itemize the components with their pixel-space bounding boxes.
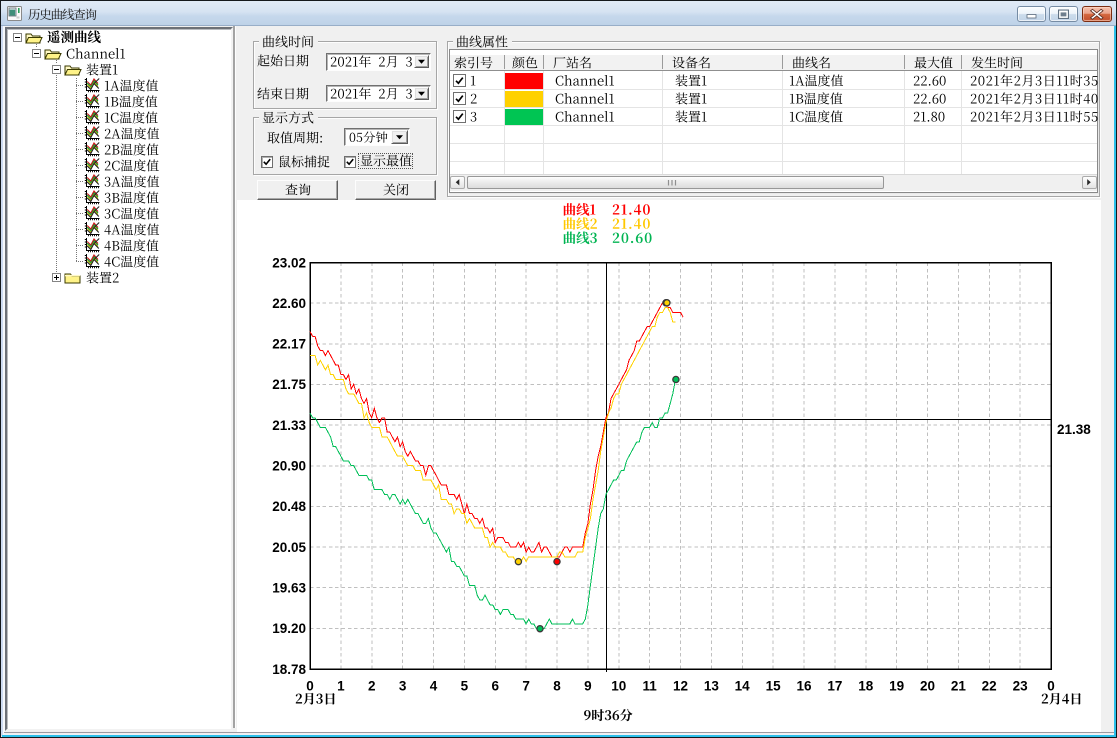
svg-text:12: 12 bbox=[673, 679, 688, 694]
svg-text:19.20: 19.20 bbox=[272, 621, 306, 636]
svg-text:11: 11 bbox=[642, 679, 657, 694]
svg-text:21.75: 21.75 bbox=[272, 377, 306, 392]
svg-text:19.63: 19.63 bbox=[272, 581, 306, 596]
svg-text:19: 19 bbox=[889, 679, 904, 694]
svg-text:18: 18 bbox=[858, 679, 874, 694]
svg-text:10: 10 bbox=[611, 679, 626, 694]
svg-text:2: 2 bbox=[368, 679, 376, 694]
svg-text:22.60: 22.60 bbox=[272, 296, 306, 311]
svg-text:4: 4 bbox=[430, 679, 438, 694]
svg-text:7: 7 bbox=[522, 679, 530, 694]
svg-text:23: 23 bbox=[1013, 679, 1029, 694]
svg-text:20.05: 20.05 bbox=[272, 540, 306, 555]
svg-text:0: 0 bbox=[306, 679, 314, 694]
svg-text:13: 13 bbox=[704, 679, 720, 694]
svg-text:23.02: 23.02 bbox=[272, 255, 306, 270]
svg-text:9: 9 bbox=[584, 679, 592, 694]
svg-text:0: 0 bbox=[1047, 679, 1055, 694]
svg-text:5: 5 bbox=[461, 679, 469, 694]
svg-text:21.33: 21.33 bbox=[272, 418, 306, 433]
svg-text:20: 20 bbox=[920, 679, 935, 694]
svg-text:22: 22 bbox=[982, 679, 997, 694]
svg-text:6: 6 bbox=[491, 679, 499, 694]
svg-text:16: 16 bbox=[796, 679, 812, 694]
svg-text:18.78: 18.78 bbox=[272, 662, 306, 677]
svg-text:21.38: 21.38 bbox=[1057, 422, 1091, 437]
svg-text:17: 17 bbox=[827, 679, 842, 694]
svg-text:20.90: 20.90 bbox=[272, 459, 306, 474]
svg-text:14: 14 bbox=[735, 679, 751, 694]
svg-text:8: 8 bbox=[553, 679, 561, 694]
svg-text:22.17: 22.17 bbox=[272, 337, 306, 352]
svg-text:20.48: 20.48 bbox=[272, 499, 306, 514]
svg-text:15: 15 bbox=[766, 679, 782, 694]
svg-text:1: 1 bbox=[337, 679, 345, 694]
svg-text:3: 3 bbox=[399, 679, 407, 694]
svg-text:21: 21 bbox=[951, 679, 967, 694]
